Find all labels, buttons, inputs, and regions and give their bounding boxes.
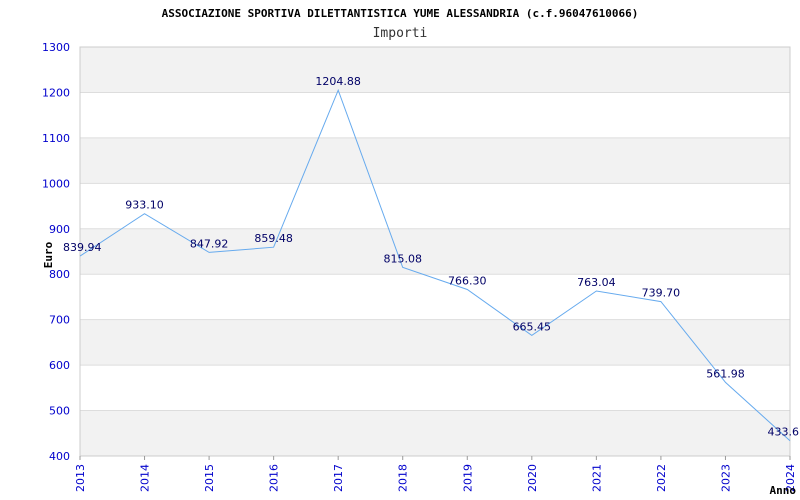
x-tick-label: 2018 xyxy=(397,464,410,492)
y-tick-label: 600 xyxy=(49,359,70,372)
grid-band xyxy=(80,410,790,456)
data-label: 933.10 xyxy=(125,199,164,212)
x-tick-label: 2016 xyxy=(268,464,281,492)
chart-subtitle: Importi xyxy=(373,26,428,41)
x-tick-label: 2013 xyxy=(74,464,87,492)
y-tick-label: 500 xyxy=(49,405,70,418)
x-tick-label: 2014 xyxy=(139,464,152,492)
y-tick-label: 1100 xyxy=(42,132,70,145)
x-tick-label: 2020 xyxy=(526,464,539,492)
data-label: 433.6 xyxy=(768,426,800,439)
data-label: 815.08 xyxy=(383,252,422,265)
grid-band xyxy=(80,137,790,184)
data-label: 665.45 xyxy=(513,320,552,333)
grid-band xyxy=(80,228,790,275)
y-tick-label: 1300 xyxy=(42,41,70,54)
x-tick-label: 2015 xyxy=(203,464,216,492)
y-tick-label: 800 xyxy=(49,268,70,281)
data-label: 859.48 xyxy=(254,232,293,245)
grid-bands xyxy=(80,47,790,456)
y-tick-label: 400 xyxy=(49,450,70,463)
data-label: 739.70 xyxy=(642,287,681,300)
y-tick-label: 1200 xyxy=(42,86,70,99)
x-tick-label: 2019 xyxy=(461,464,474,492)
grid-band xyxy=(80,47,790,93)
x-axis-label: Anno xyxy=(770,484,797,497)
data-label: 847.92 xyxy=(190,237,229,250)
y-axis-label: Euro xyxy=(42,241,55,268)
x-tick-label: 2022 xyxy=(655,464,668,492)
data-label: 561.98 xyxy=(706,367,745,380)
x-tick-label: 2021 xyxy=(590,464,603,492)
data-label: 766.30 xyxy=(448,275,487,288)
data-label: 839.94 xyxy=(63,241,102,254)
chart-title: ASSOCIAZIONE SPORTIVA DILETTANTISTICA YU… xyxy=(162,7,639,20)
x-tick-label: 2023 xyxy=(719,464,732,492)
y-tick-label: 900 xyxy=(49,223,70,236)
data-label: 1204.88 xyxy=(315,75,361,88)
grid-band xyxy=(80,319,790,366)
x-tick-label: 2017 xyxy=(332,464,345,492)
line-chart: ASSOCIAZIONE SPORTIVA DILETTANTISTICA YU… xyxy=(42,7,800,497)
y-tick-label: 700 xyxy=(49,314,70,327)
data-label: 763.04 xyxy=(577,276,616,289)
y-tick-label: 1000 xyxy=(42,177,70,190)
x-axis-ticks: 2013 2014 2015 2016 2017 2018 2019 2020 2021 2022… xyxy=(74,456,797,492)
